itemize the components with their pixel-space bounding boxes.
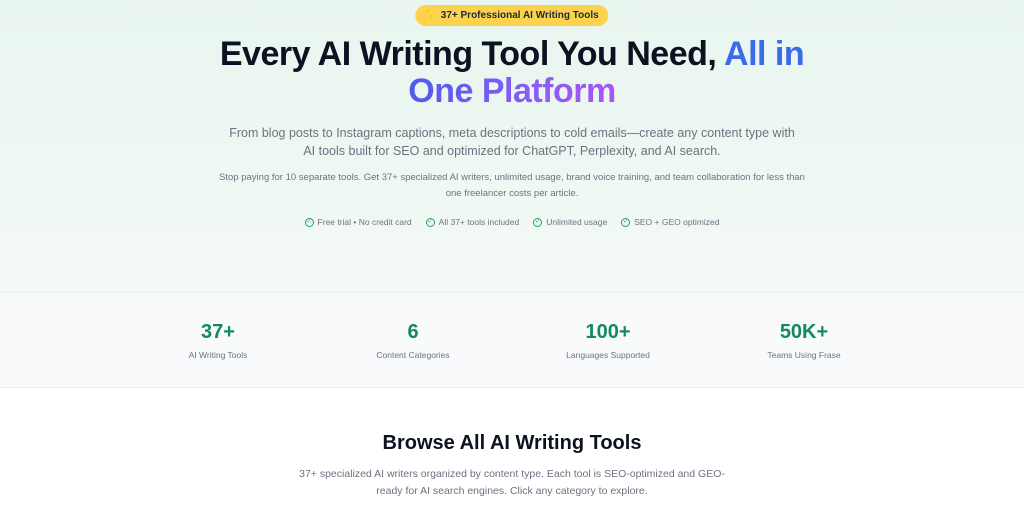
hero-description: Stop paying for 10 separate tools. Get 3…	[219, 172, 805, 199]
browse-subtitle: 37+ specialized AI writers organized by …	[299, 468, 725, 497]
hero-headline: Every AI Writing Tool You Need, All in O…	[0, 36, 1024, 110]
stat-languages: 100+ Languages Supported	[528, 321, 688, 360]
feature-item: ✓ Unlimited usage	[533, 217, 607, 227]
check-circle-icon: ✓	[425, 217, 435, 227]
stat-value: 37+	[201, 321, 235, 343]
check-circle-icon: ✓	[304, 217, 314, 227]
feature-item: ✓ All 37+ tools included	[425, 217, 520, 227]
feature-label: SEO + GEO optimized	[634, 217, 720, 227]
stat-tools: 37+ AI Writing Tools	[138, 321, 298, 360]
stat-teams: 50K+ Teams Using Frase	[724, 321, 884, 360]
headline-accent-2: One Platform	[408, 72, 616, 110]
check-circle-icon: ✓	[621, 217, 631, 227]
feature-list: ✓ Free trial • No credit card ✓ All 37+ …	[0, 217, 1024, 227]
check-circle-icon: ✓	[533, 217, 543, 227]
headline-accent-1: All in	[724, 35, 805, 73]
hero-subheadline: From blog posts to Instagram captions, m…	[229, 126, 795, 158]
headline-main: Every AI Writing Tool You Need,	[219, 35, 725, 73]
sparkle-icon: ✨	[423, 9, 436, 21]
feature-item: ✓ SEO + GEO optimized	[621, 217, 719, 227]
stat-value: 6	[407, 321, 419, 343]
tools-count-badge: ✨ 37+ Professional AI Writing Tools	[415, 5, 609, 26]
feature-label: All 37+ tools included	[438, 217, 520, 227]
feature-label: Unlimited usage	[546, 217, 608, 227]
stat-value: 100+	[585, 321, 631, 343]
stat-value: 50K+	[779, 321, 829, 343]
stats-section: 37+ AI Writing Tools 6 Content Categorie…	[0, 292, 1024, 388]
feature-item: ✓ Free trial • No credit card	[304, 217, 412, 227]
stat-label: AI Writing Tools	[188, 350, 248, 360]
stat-label: Languages Supported	[566, 350, 650, 360]
stat-label: Teams Using Frase	[767, 350, 841, 360]
feature-label: Free trial • No credit card	[317, 217, 412, 227]
stat-label: Content Categories	[376, 350, 450, 360]
browse-title: Browse All AI Writing Tools	[382, 432, 642, 454]
badge-label: 37+ Professional AI Writing Tools	[440, 10, 599, 21]
hero-section: ✨ 37+ Professional AI Writing Tools Ever…	[0, 0, 1024, 292]
stat-categories: 6 Content Categories	[333, 321, 493, 360]
